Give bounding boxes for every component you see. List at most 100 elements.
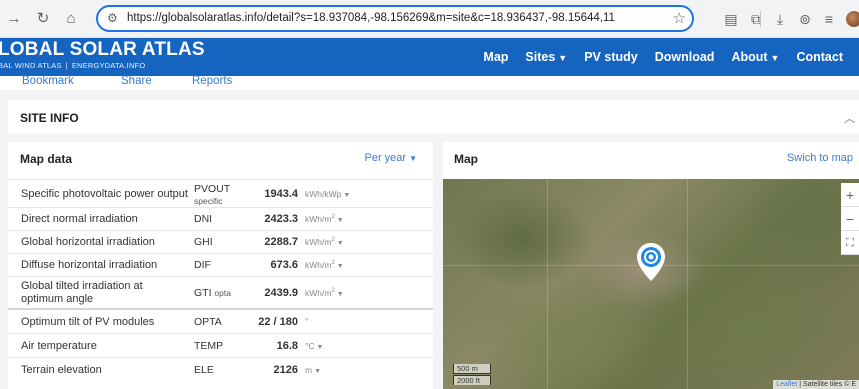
row-value: 1943.4 [264, 188, 298, 200]
row-value: 22 / 180 [258, 316, 298, 328]
extensions-icon[interactable]: ⧉ [747, 9, 765, 29]
reload-icon[interactable]: ↻ [33, 9, 53, 29]
attribution-text: Satellite tiles © E [802, 381, 856, 388]
row-unit-sup: 2 [331, 288, 335, 295]
map-data-title: Map data [20, 152, 73, 166]
download-icon[interactable]: ⤓ [771, 9, 789, 29]
share-link[interactable]: Share [121, 75, 152, 87]
row-unit-text: m [305, 365, 313, 375]
caret-down-icon: ▼ [316, 344, 324, 351]
row-unit[interactable]: m ▼ [305, 365, 321, 375]
period-select-label: Per year [364, 152, 407, 164]
row-abbr: PVOUT specific [194, 183, 230, 207]
row-unit[interactable]: kWh/m2 ▼ [305, 288, 344, 298]
zoom-out-button[interactable]: − [841, 207, 859, 231]
row-unit: ° [305, 316, 309, 326]
avatar[interactable] [846, 11, 859, 27]
map-title: Map [454, 152, 478, 166]
row-label: Terrain elevation [21, 364, 102, 376]
row-unit-text: kWh/m [305, 214, 332, 224]
leaflet-link[interactable]: Leaflet [776, 381, 797, 388]
row-value: 673.6 [270, 259, 298, 271]
row-abbr: GTI opta [194, 287, 231, 299]
map-gridline [687, 179, 688, 389]
star-icon[interactable]: ☆ [673, 9, 686, 27]
nav-download[interactable]: Download [655, 50, 715, 64]
forward-icon[interactable]: → [4, 9, 24, 29]
table-row: Diffuse horizontal irradiation DIF 673.6… [8, 253, 433, 276]
reports-link[interactable]: Reports [192, 75, 232, 87]
browser-toolbar: → ↻ ⌂ ⚙ https://globalsolaratlas.info/de… [0, 0, 859, 38]
location-pin-icon[interactable] [636, 242, 666, 282]
chevron-up-icon[interactable]: ︿ [844, 110, 855, 126]
row-abbr: ELE [194, 364, 214, 376]
nav-sites[interactable]: Sites ▼ [525, 50, 567, 64]
site-header: LOBAL SOLAR ATLAS BAL WIND ATLAS | ENERGYD… [0, 38, 859, 76]
row-unit[interactable]: kWh/kWp ▼ [305, 189, 350, 199]
extension-icon[interactable]: ⊚ [796, 9, 814, 29]
wind-atlas-link[interactable]: BAL WIND ATLAS [0, 61, 62, 70]
scale-metric: 500 m [453, 364, 491, 374]
row-label: Global horizontal irradiation [21, 236, 155, 248]
table-row: Terrain elevation ELE 2126 m ▼ [8, 357, 433, 381]
nav-pv-study[interactable]: PV study [584, 50, 638, 64]
row-abbr-main: PVOUT [194, 183, 231, 195]
row-abbr: OPTA [194, 316, 222, 328]
row-label: Direct normal irradiation [21, 213, 138, 225]
table-row: Global horizontal irradiation GHI 2288.7… [8, 230, 433, 253]
map-scale: 500 m 2000 ft [453, 363, 491, 385]
map-attribution: Leaflet | Satellite tiles © E [773, 380, 859, 389]
table-row: Specific photovoltaic power output PVOUT… [8, 179, 433, 207]
bookmark-link[interactable]: Bookmark [22, 75, 74, 87]
toolbar-divider [760, 11, 761, 27]
site-info-header[interactable]: SITE INFO ︿ [8, 100, 859, 133]
row-unit[interactable]: kWh/m2 ▼ [305, 214, 344, 224]
map-panel: Map Swich to map + − ⛶ 500 m 2000 ft Lea… [443, 142, 859, 389]
row-unit-sup: 2 [331, 260, 335, 267]
site-actions-bar: Bookmark Share Reports [0, 75, 859, 90]
nav-contact[interactable]: Contact [796, 50, 843, 64]
subtitle-separator: | [65, 61, 68, 70]
row-label-line2: optimum angle [21, 293, 94, 305]
row-unit-text: kWh/m [305, 288, 332, 298]
period-select[interactable]: Per year ▼ [365, 152, 418, 164]
reader-icon[interactable]: ▤ [722, 9, 740, 29]
caret-down-icon: ▼ [336, 263, 344, 270]
caret-down-icon: ▼ [336, 291, 344, 298]
row-unit-sup: 2 [331, 214, 335, 221]
energydata-link[interactable]: ENERGYDATA.INFO [72, 61, 146, 70]
nav-map[interactable]: Map [483, 50, 508, 64]
row-unit[interactable]: kWh/m2 ▼ [305, 260, 344, 270]
row-abbr: DIF [194, 259, 211, 271]
site-settings-icon[interactable]: ⚙ [107, 11, 118, 25]
chevron-down-icon: ▼ [770, 53, 780, 63]
satellite-map[interactable]: + − ⛶ 500 m 2000 ft Leaflet | Satellite … [443, 179, 859, 389]
row-label: Optimum tilt of PV modules [21, 316, 155, 328]
caret-down-icon: ▼ [343, 192, 351, 199]
url-text: https://globalsolaratlas.info/detail?s=1… [127, 12, 615, 24]
home-icon[interactable]: ⌂ [61, 9, 81, 29]
row-label: Specific photovoltaic power output [21, 188, 188, 200]
row-label: Diffuse horizontal irradiation [21, 259, 158, 271]
table-row: Global tilted irradiation at optimum angl… [8, 276, 433, 308]
zoom-in-button[interactable]: + [841, 183, 859, 207]
chevron-down-icon: ▼ [558, 53, 568, 63]
row-abbr: GHI [194, 236, 213, 248]
nav-about[interactable]: About ▼ [731, 50, 779, 64]
row-unit[interactable]: °C ▼ [305, 341, 323, 351]
site-logo-subtitle: BAL WIND ATLAS | ENERGYDATA.INFO [0, 61, 145, 70]
switch-to-map-link[interactable]: Swich to map [787, 152, 853, 164]
reading-list-icon[interactable]: ≡ [820, 9, 838, 29]
row-abbr: TEMP [194, 340, 224, 352]
address-bar[interactable]: ⚙ https://globalsolaratlas.info/detail?s… [96, 5, 694, 32]
caret-down-icon: ▼ [336, 240, 344, 247]
map-controls: + − ⛶ [841, 183, 859, 255]
caret-down-icon: ▼ [314, 368, 322, 375]
row-abbr-sub: opta [214, 288, 231, 298]
row-unit-text: °C [305, 341, 315, 351]
fullscreen-icon[interactable]: ⛶ [841, 231, 859, 255]
row-unit[interactable]: kWh/m2 ▼ [305, 237, 344, 247]
site-logo-title[interactable]: LOBAL SOLAR ATLAS [0, 39, 205, 61]
table-row: Direct normal irradiation DNI 2423.3 kWh… [8, 207, 433, 230]
row-value: 2423.3 [264, 213, 298, 225]
